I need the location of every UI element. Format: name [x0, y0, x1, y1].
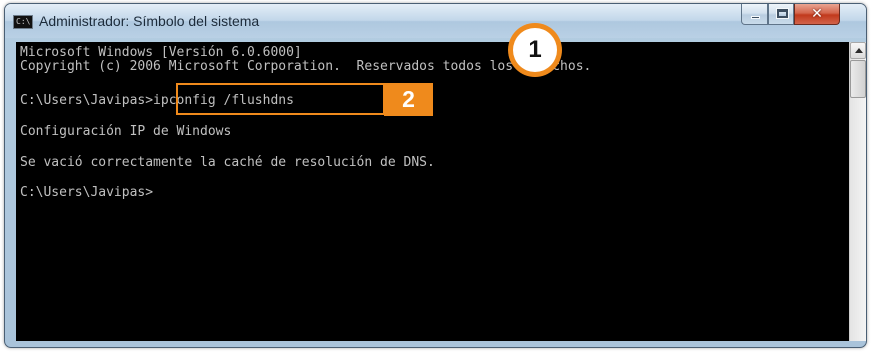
console-line-flush-result: Se vació correctamente la caché de resol… [20, 155, 435, 170]
close-icon: ✕ [811, 6, 823, 22]
maximize-button[interactable] [768, 4, 794, 25]
scroll-up-arrow-icon[interactable] [850, 42, 866, 59]
console-line-copyright: Copyright (c) 2006 Microsoft Corporation… [20, 59, 592, 74]
console-line-config-header: Configuración IP de Windows [20, 124, 232, 139]
callout-number-2: 2 [384, 83, 433, 116]
minimize-button[interactable] [741, 4, 768, 25]
console-app-icon[interactable]: C:\ [13, 15, 33, 29]
callout-number-1-label: 1 [513, 28, 557, 72]
console-line-prompt[interactable]: C:\Users\Javipas> [20, 185, 153, 200]
minimize-icon [751, 16, 760, 19]
window-title: Administrador: Símbolo del sistema [39, 13, 260, 29]
close-button[interactable]: ✕ [794, 4, 840, 25]
callout-highlight-command [176, 83, 385, 115]
title-bar[interactable]: C:\ Administrador: Símbolo del sistema ✕ [5, 4, 866, 38]
command-prompt-window: C:\ Administrador: Símbolo del sistema ✕… [4, 3, 867, 348]
console-line-version: Microsoft Windows [Versión 6.0.6000] [20, 45, 302, 60]
callout-number-1: 1 [508, 23, 562, 77]
maximize-icon [777, 9, 788, 18]
scroll-thumb[interactable] [850, 60, 866, 98]
vertical-scrollbar[interactable] [849, 42, 866, 341]
